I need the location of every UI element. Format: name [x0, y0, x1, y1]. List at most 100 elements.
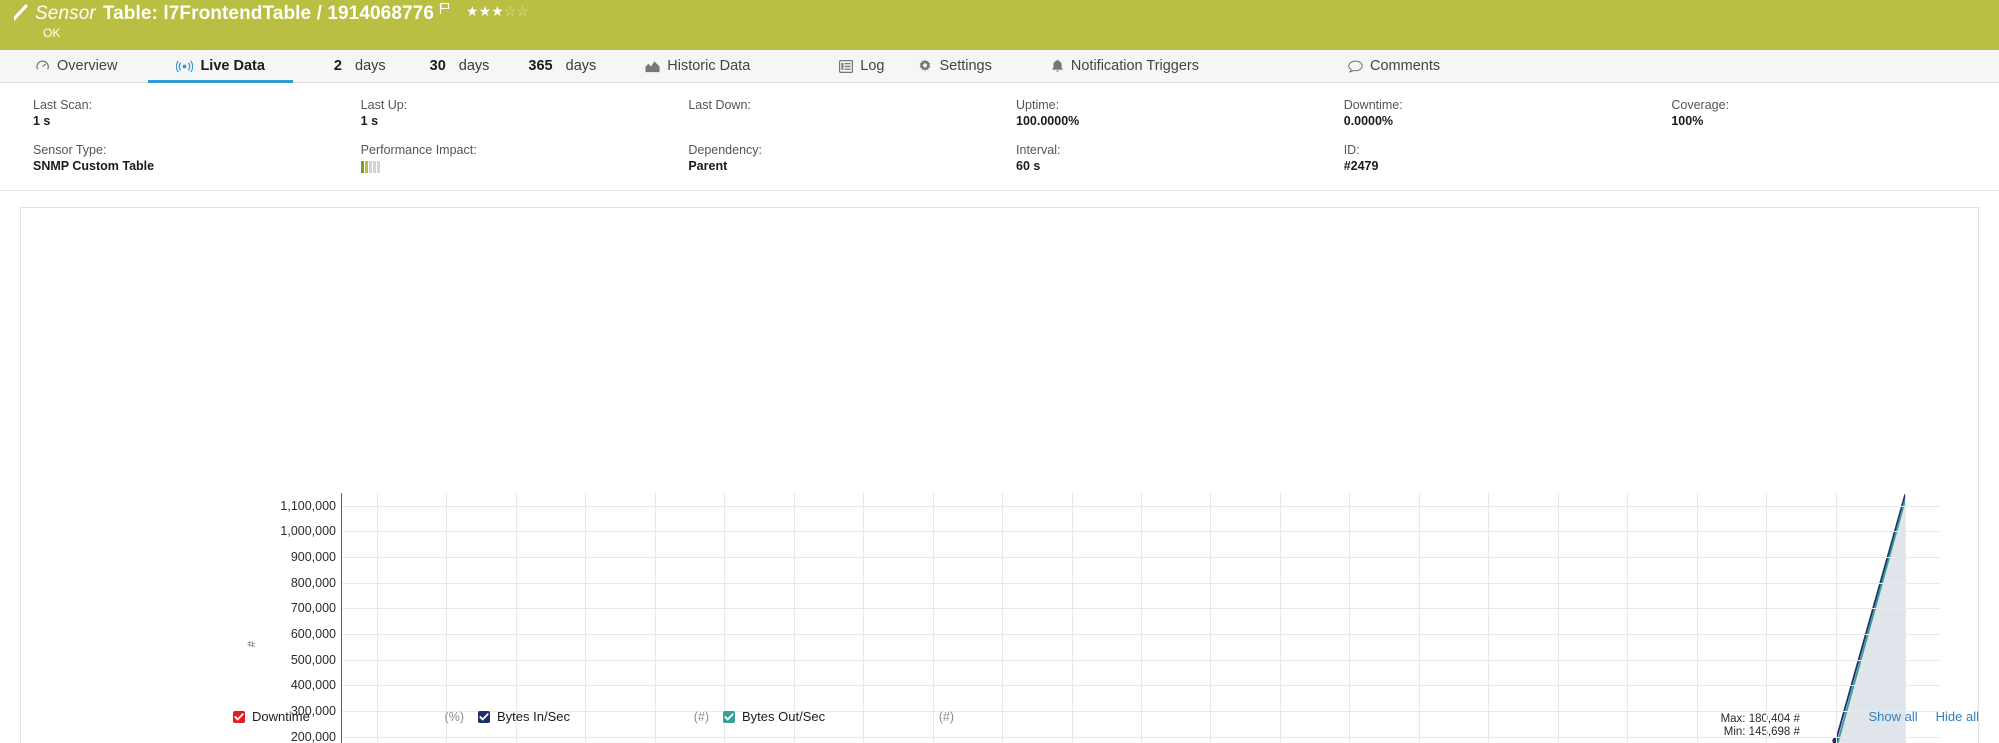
tab-30-days[interactable]: 30 days: [428, 50, 492, 82]
legend-actions: Show all Hide all: [1869, 709, 1980, 724]
y-tick-label: 600,000: [290, 627, 336, 642]
performance-impact-bars: [360, 161, 677, 173]
info-label: Interval:: [1016, 143, 1061, 157]
y-tick-label: 400,000: [290, 678, 336, 693]
info-value: [688, 113, 1004, 129]
tab-365-days[interactable]: 365 days: [526, 50, 598, 82]
tab-label: Live Data: [200, 58, 265, 74]
y-tick-label: 1,000,000: [280, 524, 336, 539]
status-check-icon: [14, 1, 31, 27]
legend-label: Downtime: [252, 709, 310, 724]
tab-overview[interactable]: Overview: [33, 50, 119, 82]
legend-checkbox-downtime[interactable]: [233, 710, 245, 723]
info-label: Sensor Type:: [33, 143, 107, 157]
y-tick-label: 900,000: [290, 550, 336, 565]
tab-days-number: 2: [333, 58, 342, 74]
tab-label: Log: [860, 58, 885, 74]
chart-legend: Downtime (%) Bytes In/Sec (#) Bytes Out/Sec (…: [20, 700, 1979, 743]
legend-item-bytes-in-sec[interactable]: Bytes In/Sec (#): [478, 709, 723, 724]
gauge-icon: [35, 59, 50, 74]
star-filled-1[interactable]: ★: [466, 3, 479, 19]
tab-label: days: [458, 58, 490, 74]
header-title-line: Sensor Table: l7FrontendTable / 19140687…: [14, 0, 1999, 26]
info-cell-interval: Interval: 60 s: [1016, 142, 1344, 174]
y-tick-label: 700,000: [290, 601, 336, 616]
legend-item-bytes-out-sec[interactable]: Bytes Out/Sec (#): [723, 709, 968, 724]
chart-container: # 1,100,000 1,000,000 900,000 800,000 700,00…: [21, 208, 1978, 743]
tab-settings[interactable]: Settings: [916, 50, 993, 82]
legend-item-list: Downtime (%) Bytes In/Sec (#) Bytes Out/Sec (…: [20, 709, 968, 724]
info-cell-coverage: Coverage: 100%: [1671, 97, 1999, 129]
y-axis-ticks: 1,100,000 1,000,000 900,000 800,000 700,000 6…: [236, 208, 336, 743]
tab-log[interactable]: Log: [837, 50, 886, 82]
show-all-link[interactable]: Show all: [1869, 709, 1918, 724]
star-filled-3[interactable]: ★: [491, 3, 504, 19]
legend-unit: (#): [693, 709, 709, 724]
star-filled-2[interactable]: ★: [479, 3, 492, 19]
legend-unit: (#): [938, 709, 954, 724]
tab-label: Overview: [57, 58, 118, 74]
tab-label: Historic Data: [667, 58, 751, 74]
info-value: 1 s: [360, 114, 379, 128]
legend-unit: (%): [444, 709, 464, 724]
legend-checkbox-bytes-out-sec[interactable]: [723, 710, 735, 723]
sensor-type-word: Sensor: [35, 3, 96, 24]
info-label: Last Up:: [360, 98, 408, 112]
info-label: Last Down:: [688, 98, 751, 112]
tab-historic-data[interactable]: Historic Data: [643, 50, 752, 82]
hide-all-link[interactable]: Hide all: [1936, 709, 1979, 724]
legend-checkbox-bytes-in-sec[interactable]: [478, 710, 490, 723]
star-empty-5[interactable]: ☆: [516, 3, 529, 19]
gear-icon: [918, 59, 932, 73]
info-cell-last-scan: Last Scan: 1 s: [33, 97, 361, 129]
log-icon: [839, 59, 854, 73]
priority-rating[interactable]: ★★★☆☆: [466, 4, 529, 18]
y-tick-label: 800,000: [290, 575, 336, 590]
tab-notification-triggers[interactable]: Notification Triggers: [1049, 50, 1201, 82]
info-cell-id: ID: #2479: [1344, 142, 1672, 174]
info-cell-last-down: Last Down:: [688, 97, 1016, 129]
tab-days-number: 365: [528, 58, 553, 74]
info-label: Downtime:: [1343, 98, 1403, 112]
live-data-chart-card: # 1,100,000 1,000,000 900,000 800,000 700,00…: [20, 207, 1979, 743]
tab-label: days: [355, 58, 386, 74]
star-empty-4[interactable]: ☆: [504, 3, 517, 19]
tab-bar: Overview Live Data 2 days 30 days 365 days Histo…: [0, 50, 1999, 83]
info-value: 60 s: [1016, 159, 1041, 173]
sensor-info-panel: Last Scan: 1 s Last Up: 1 s Last Down: Uptime…: [0, 83, 1999, 191]
info-value: #2479: [1343, 159, 1379, 173]
info-label: Uptime:: [1016, 98, 1060, 112]
info-cell-dependency: Dependency: Parent: [688, 142, 1016, 174]
tab-live-data[interactable]: Live Data: [148, 50, 294, 83]
flag-icon[interactable]: [439, 2, 450, 20]
info-cell-sensor-type: Sensor Type: SNMP Custom Table: [33, 142, 361, 174]
info-row-secondary: Sensor Type: SNMP Custom Table Performance…: [0, 142, 1999, 174]
info-value: 100.0000%: [1016, 114, 1080, 128]
info-cell-performance-impact: Performance Impact:: [360, 142, 689, 174]
comment-icon: [1348, 60, 1363, 73]
info-cell-downtime: Downtime: 0.0000%: [1344, 97, 1672, 129]
bell-icon: [1051, 59, 1064, 73]
info-value: Parent: [688, 159, 728, 173]
info-row-primary: Last Scan: 1 s Last Up: 1 s Last Down: Uptime…: [0, 97, 1999, 129]
legend-item-downtime[interactable]: Downtime (%): [233, 709, 478, 724]
tab-2-days[interactable]: 2 days: [332, 50, 388, 82]
perf-bar-1: [360, 161, 364, 173]
info-label: Coverage:: [1671, 98, 1730, 112]
info-value: SNMP Custom Table: [33, 159, 155, 173]
tab-comments[interactable]: Comments: [1346, 50, 1442, 82]
sensor-header: Sensor Table: l7FrontendTable / 19140687…: [0, 0, 1999, 50]
info-value: 100%: [1671, 114, 1704, 128]
status-badge: OK: [43, 26, 61, 40]
info-label: Dependency:: [688, 143, 763, 157]
perf-bar-2: [364, 161, 368, 173]
info-value: 1 s: [33, 114, 51, 128]
info-cell-empty: [1671, 142, 1999, 174]
perf-bar-3: [368, 161, 372, 173]
info-value: [1671, 142, 1987, 158]
info-label: Performance Impact:: [360, 143, 477, 157]
page-title: Table: l7FrontendTable / 1914068776: [102, 3, 435, 24]
y-tick-label: 500,000: [290, 652, 336, 667]
tab-label: Notification Triggers: [1070, 58, 1200, 74]
live-signal-icon: [176, 59, 194, 73]
